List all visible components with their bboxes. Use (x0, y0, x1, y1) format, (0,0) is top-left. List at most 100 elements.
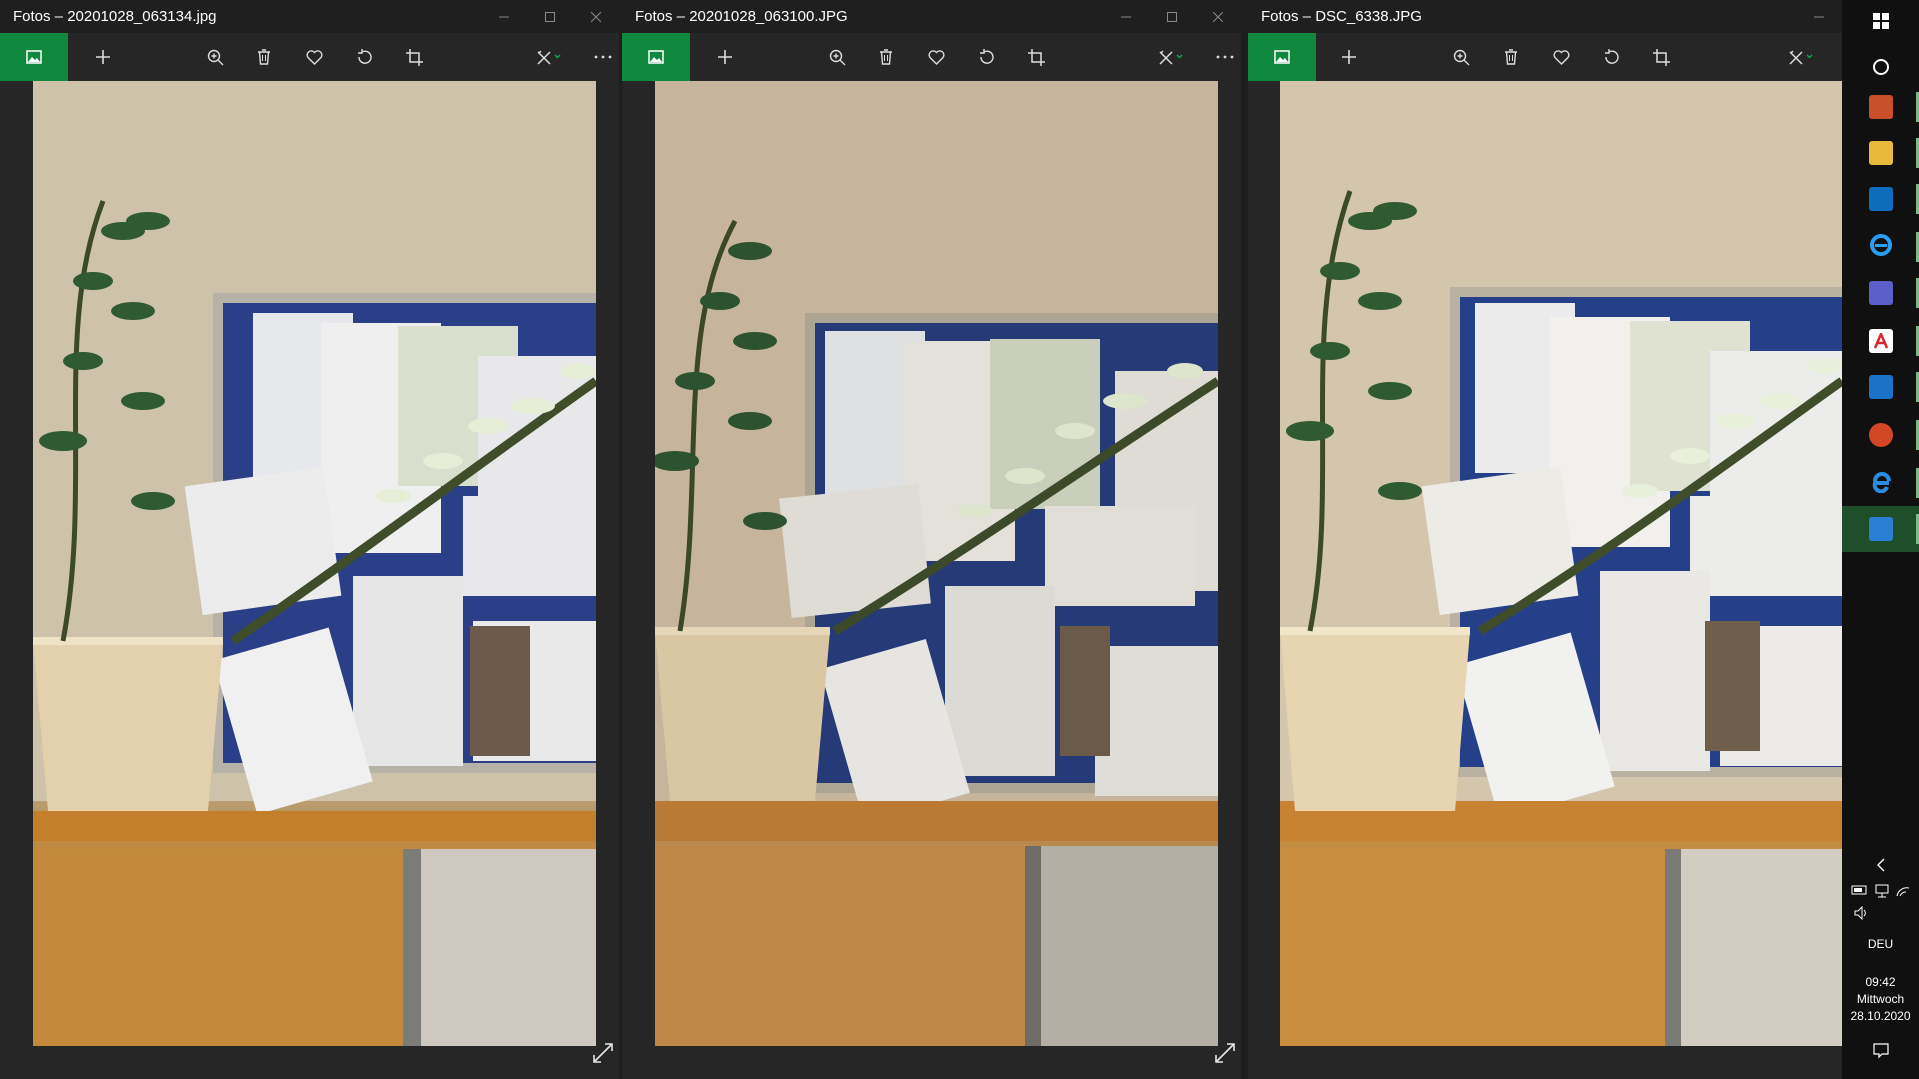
volume-button[interactable] (1842, 905, 1919, 924)
powerpoint-icon (1868, 423, 1893, 447)
crop-button[interactable] (392, 33, 436, 81)
outlook-icon (1868, 187, 1893, 211)
more-button[interactable] (581, 33, 619, 81)
input-language[interactable]: DEU (1842, 936, 1919, 952)
window-controls (1796, 0, 1842, 33)
gallery-button[interactable] (1248, 33, 1316, 81)
photo-toolbar (622, 33, 1241, 81)
gallery-icon (1274, 50, 1290, 64)
title-bar[interactable]: Fotos – 20201028_063100.JPG (622, 0, 1241, 33)
fullscreen-button[interactable] (1211, 1041, 1239, 1069)
notification-icon (1872, 1043, 1889, 1062)
plus-icon (95, 49, 111, 65)
rotate-icon (978, 48, 995, 66)
crop-icon (1027, 48, 1045, 66)
taskbar: DEU 09:42 Mittwoch 28.10.2020 (1842, 0, 1919, 1079)
rotate-button[interactable] (342, 33, 386, 81)
heart-icon (927, 49, 945, 65)
photo-viewer[interactable] (33, 81, 599, 1046)
photo-viewer[interactable] (1280, 81, 1842, 1046)
app-icon (1868, 95, 1893, 119)
action-center-button[interactable] (1842, 1043, 1919, 1063)
maximize-button[interactable] (527, 0, 573, 33)
app-icon (1868, 375, 1893, 399)
trash-icon (879, 49, 893, 65)
crop-icon (1652, 48, 1670, 66)
start-button[interactable] (1842, 0, 1919, 46)
taskbar-acrobat[interactable] (1842, 318, 1919, 364)
rotate-button[interactable] (1589, 33, 1633, 81)
photo-toolbar (1248, 33, 1842, 81)
expand-icon (1215, 1042, 1235, 1068)
zoom-button[interactable] (193, 33, 237, 81)
gallery-icon (648, 50, 664, 64)
edge-icon (1869, 469, 1893, 498)
plus-icon (717, 49, 733, 65)
crop-button[interactable] (1014, 33, 1058, 81)
delete-button[interactable] (242, 33, 286, 81)
delete-button[interactable] (864, 33, 908, 81)
zoom-button[interactable] (1439, 33, 1483, 81)
minimize-button[interactable] (481, 0, 527, 33)
speaker-icon (1854, 905, 1870, 923)
edit-create-button[interactable] (1779, 33, 1823, 81)
crop-button[interactable] (1639, 33, 1683, 81)
clock-time[interactable]: 09:42 (1842, 974, 1919, 990)
gallery-button[interactable] (0, 33, 68, 81)
taskbar-outlook[interactable] (1842, 176, 1919, 222)
title-bar[interactable]: Fotos – DSC_6338.JPG (1248, 0, 1842, 33)
chevron-left-icon (1876, 858, 1886, 875)
heart-icon (1552, 49, 1570, 65)
window-controls (1103, 0, 1241, 33)
heart-icon (305, 49, 323, 65)
edit-create-button[interactable] (527, 33, 571, 81)
photo-toolbar (0, 33, 619, 81)
clock-weekday[interactable]: Mittwoch (1842, 991, 1919, 1007)
add-button[interactable] (1327, 33, 1371, 81)
favorite-button[interactable] (1539, 33, 1583, 81)
rotate-icon (356, 48, 373, 66)
taskbar-app-outlook-2[interactable] (1842, 364, 1919, 410)
taskbar-powerpoint[interactable] (1842, 412, 1919, 458)
taskbar-edge[interactable] (1842, 460, 1919, 506)
more-button[interactable] (1203, 33, 1241, 81)
teams-icon (1868, 281, 1893, 305)
plus-icon (1341, 49, 1357, 65)
minimize-button[interactable] (1103, 0, 1149, 33)
crop-icon (405, 48, 423, 66)
edit-create-icon (1158, 49, 1184, 66)
rotate-button[interactable] (964, 33, 1008, 81)
taskbar-file-explorer[interactable] (1842, 130, 1919, 176)
taskbar-internet-explorer[interactable] (1842, 224, 1919, 270)
wifi-icon[interactable] (1895, 884, 1911, 902)
delete-button[interactable] (1489, 33, 1533, 81)
close-button[interactable] (573, 0, 619, 33)
taskbar-photos[interactable] (1842, 506, 1919, 552)
photo-viewer[interactable] (651, 81, 1221, 1046)
add-button[interactable] (81, 33, 125, 81)
acrobat-icon (1868, 329, 1893, 353)
close-button[interactable] (1195, 0, 1241, 33)
zoom-button[interactable] (815, 33, 859, 81)
add-button[interactable] (703, 33, 747, 81)
title-bar[interactable]: Fotos – 20201028_063134.jpg (0, 0, 619, 33)
fullscreen-button[interactable] (589, 1041, 617, 1069)
maximize-button[interactable] (1149, 0, 1195, 33)
battery-icon[interactable] (1851, 884, 1869, 902)
taskbar-app-1[interactable] (1842, 84, 1919, 130)
edit-create-button[interactable] (1149, 33, 1193, 81)
gallery-button[interactable] (622, 33, 690, 81)
taskbar-teams[interactable] (1842, 270, 1919, 316)
minimize-button[interactable] (1796, 0, 1842, 33)
internet-explorer-icon (1869, 233, 1893, 262)
zoom-in-icon (1453, 49, 1470, 66)
show-hidden-icons-button[interactable] (1842, 858, 1919, 876)
window-title: Fotos – 20201028_063100.JPG (635, 8, 848, 25)
network-icon[interactable] (1874, 884, 1890, 902)
gallery-icon (26, 50, 42, 64)
photos-app-icon (1868, 517, 1893, 541)
zoom-in-icon (829, 49, 846, 66)
clock-date[interactable]: 28.10.2020 (1842, 1008, 1919, 1024)
favorite-button[interactable] (292, 33, 336, 81)
favorite-button[interactable] (914, 33, 958, 81)
